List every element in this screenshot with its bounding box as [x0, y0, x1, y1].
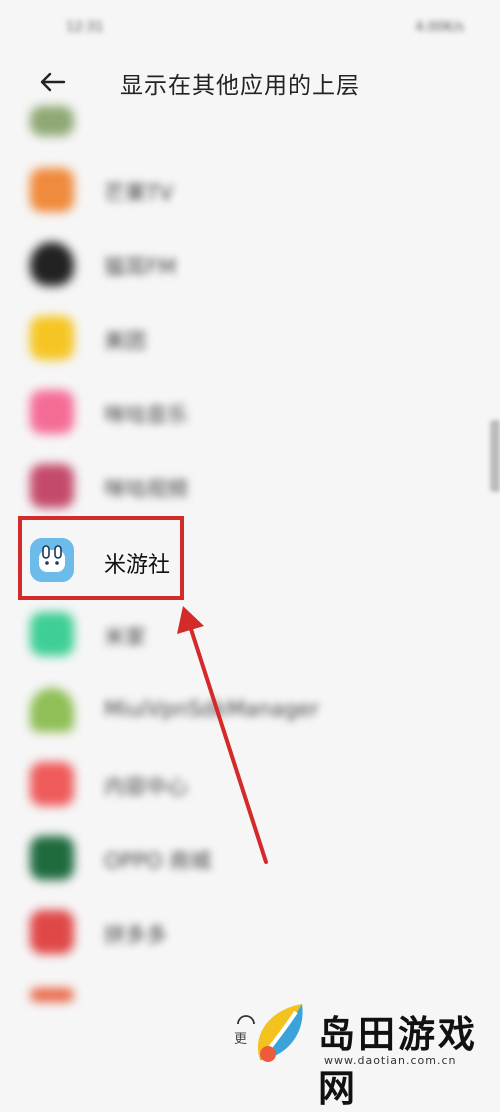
more-label: 更 — [234, 1032, 248, 1047]
watermark-url: www.daotian.com.cn — [324, 1054, 457, 1067]
watermark-logo-icon — [257, 1004, 303, 1062]
pointer-arrow — [177, 606, 268, 864]
watermark: 岛田游戏网 www.daotian.com.cn — [250, 994, 500, 1110]
